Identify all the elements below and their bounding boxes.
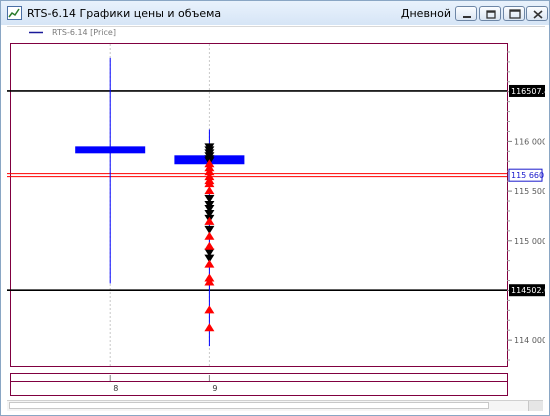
- maximize-icon: [509, 9, 521, 19]
- level-label: 114502.6: [511, 286, 545, 295]
- candle-body: [75, 146, 146, 154]
- minimize-icon: [463, 16, 471, 18]
- restore-button[interactable]: [479, 6, 501, 21]
- price-tick-label: 116 000: [514, 137, 545, 146]
- time-axis-frame: [10, 373, 508, 396]
- restore-icon: [486, 10, 496, 19]
- plot-area: [10, 43, 508, 367]
- scrollbar-thumb[interactable]: [9, 402, 489, 409]
- price-chart-svg[interactable]: RTS-6.14 [Price] 114 000114 500115 00011…: [7, 26, 549, 367]
- window-title: RTS-6.14 Графики цены и объема: [27, 7, 222, 20]
- time-axis-panel: 89: [7, 373, 545, 397]
- scroll-right-button[interactable]: [528, 401, 543, 411]
- chart-window-icon: [7, 6, 22, 20]
- price-tick-label: 115 500: [514, 187, 545, 196]
- chart-window: RTS-6.14 Графики цены и объема Дневной R…: [0, 0, 550, 416]
- horizontal-scrollbar[interactable]: [7, 400, 543, 411]
- close-button[interactable]: [526, 6, 548, 21]
- maximize-button[interactable]: [503, 6, 525, 21]
- price-tick-label: 115 000: [514, 237, 545, 246]
- price-chart-panel[interactable]: RTS-6.14 [Price] 114 000114 500115 00011…: [7, 26, 549, 367]
- current-price-label: 115 660: [511, 171, 544, 180]
- time-tick-label: 9: [212, 384, 217, 393]
- price-axis: 114 000114 500115 000115 500116 000116 5…: [507, 51, 547, 361]
- title-bar[interactable]: RTS-6.14 Графики цены и объема Дневной: [1, 1, 549, 25]
- minimize-button[interactable]: [455, 6, 477, 21]
- legend-series-name: RTS-6.14 [Price]: [52, 28, 116, 37]
- price-tick-label: 114 000: [514, 336, 545, 345]
- timeframe-label: Дневной: [400, 7, 451, 20]
- time-tick-label: 8: [113, 384, 118, 393]
- close-icon: [533, 10, 543, 19]
- time-axis-svg: 89: [10, 373, 508, 396]
- level-label: 116507.4: [511, 87, 545, 96]
